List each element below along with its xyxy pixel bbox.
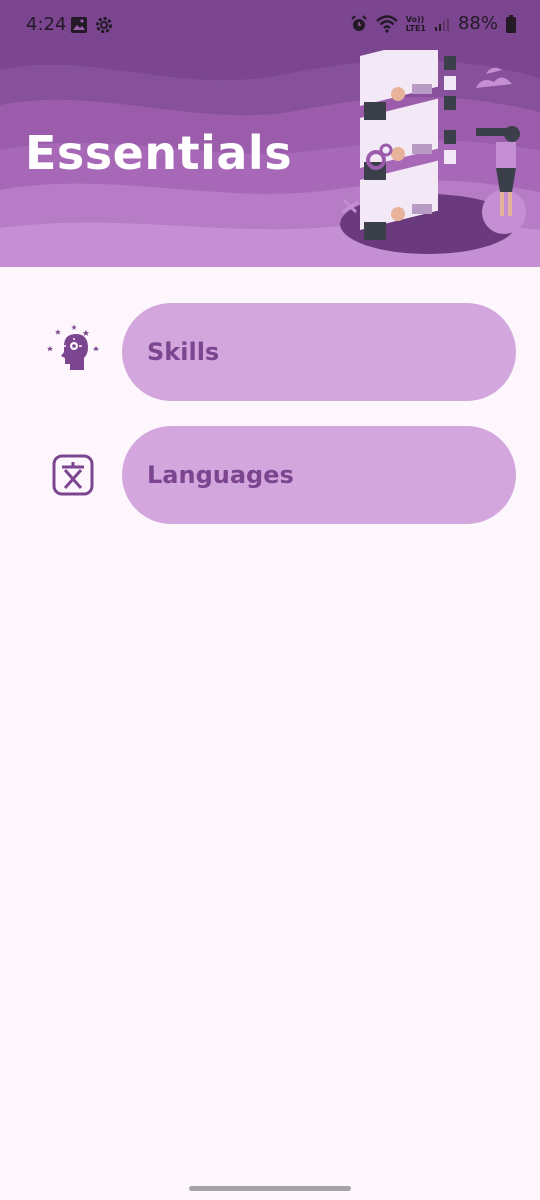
status-time: 4:24 (26, 14, 67, 35)
battery-percent: 88% (457, 13, 498, 34)
volte-bottom-text: LTE1 (405, 23, 426, 33)
volte-icon: Vo)) LTE1 (406, 15, 426, 33)
languages-label: Languages (147, 461, 294, 489)
signal-icon (434, 17, 449, 31)
header-banner: 4:24 Vo)) LTE1 88% Essentials (0, 0, 540, 267)
volte-top-text: Vo)) (405, 14, 425, 24)
home-indicator[interactable] (189, 1186, 351, 1191)
header-illustration (340, 50, 526, 254)
alarm-icon (351, 14, 367, 31)
wifi-icon (375, 14, 398, 33)
languages-button[interactable]: Languages (122, 426, 516, 524)
skills-label: Skills (147, 338, 220, 366)
skills-button[interactable]: Skills (122, 303, 516, 401)
image-icon (71, 17, 87, 33)
page-title: Essentials (25, 126, 293, 180)
head-stars-icon (47, 324, 99, 370)
translate-icon (52, 454, 94, 496)
settings-gear-icon (96, 17, 112, 33)
status-bar: 4:24 Vo)) LTE1 88% (0, 0, 540, 50)
battery-icon (506, 14, 516, 33)
menu-row-skills[interactable]: Skills (0, 303, 540, 403)
menu-row-languages[interactable]: Languages (0, 426, 540, 526)
